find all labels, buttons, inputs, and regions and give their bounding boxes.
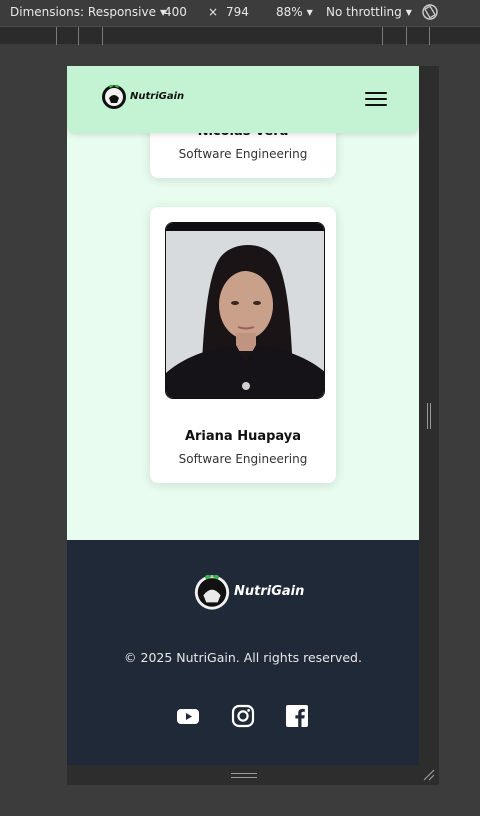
site-footer: NutriGain © 2025 NutriGain. All rights r…	[67, 540, 419, 765]
page-viewport: Nicolás Vera Software Engineering Ariana…	[67, 66, 419, 765]
chevron-down-icon: ▼	[306, 8, 313, 17]
devtools-media-ruler	[0, 26, 480, 45]
rotate-icon[interactable]	[421, 2, 439, 22]
hamburger-menu-button[interactable]	[365, 88, 389, 110]
resize-corner-icon[interactable]	[423, 769, 435, 781]
instagram-icon[interactable]	[231, 704, 255, 728]
devtools-toolbar: Dimensions: Responsive ▼ 400 × 794 88% ▼ N…	[0, 0, 480, 26]
dimension-separator: ×	[208, 5, 219, 19]
logo-icon	[102, 84, 126, 109]
footer-brand-name: NutriGain	[234, 583, 305, 599]
dimensions-dropdown[interactable]: Dimensions: Responsive ▼	[10, 5, 166, 19]
resize-handle-bottom[interactable]	[231, 773, 257, 778]
copyright-text: © 2025 NutriGain. All rights reserved.	[124, 650, 362, 665]
site-header: NutriGain	[67, 66, 419, 133]
height-input[interactable]: 794	[226, 5, 249, 19]
menu-icon	[365, 92, 387, 94]
footer-brand-logo[interactable]: NutriGain	[192, 571, 304, 611]
youtube-icon[interactable]	[176, 704, 200, 728]
member-role: Software Engineering	[178, 147, 308, 161]
throttling-label: No throttling	[326, 5, 402, 19]
brand-logo[interactable]: NutriGain	[100, 82, 184, 110]
member-photo	[165, 222, 325, 399]
width-input[interactable]: 400	[164, 5, 187, 19]
zoom-dropdown[interactable]: 88% ▼	[276, 5, 313, 19]
throttling-dropdown[interactable]: No throttling ▼	[326, 5, 412, 19]
member-name: Ariana Huapaya	[184, 429, 302, 444]
zoom-label: 88%	[276, 5, 303, 19]
resize-handle-right[interactable]	[427, 403, 431, 429]
portrait-image	[166, 223, 324, 398]
team-card: Ariana Huapaya Software Engineering	[150, 207, 336, 483]
brand-name: NutriGain	[130, 90, 185, 102]
dimensions-label: Dimensions: Responsive	[10, 5, 156, 19]
chevron-down-icon: ▼	[405, 8, 412, 17]
facebook-icon[interactable]	[285, 704, 309, 728]
logo-icon	[194, 574, 230, 610]
member-role: Software Engineering	[178, 452, 308, 466]
